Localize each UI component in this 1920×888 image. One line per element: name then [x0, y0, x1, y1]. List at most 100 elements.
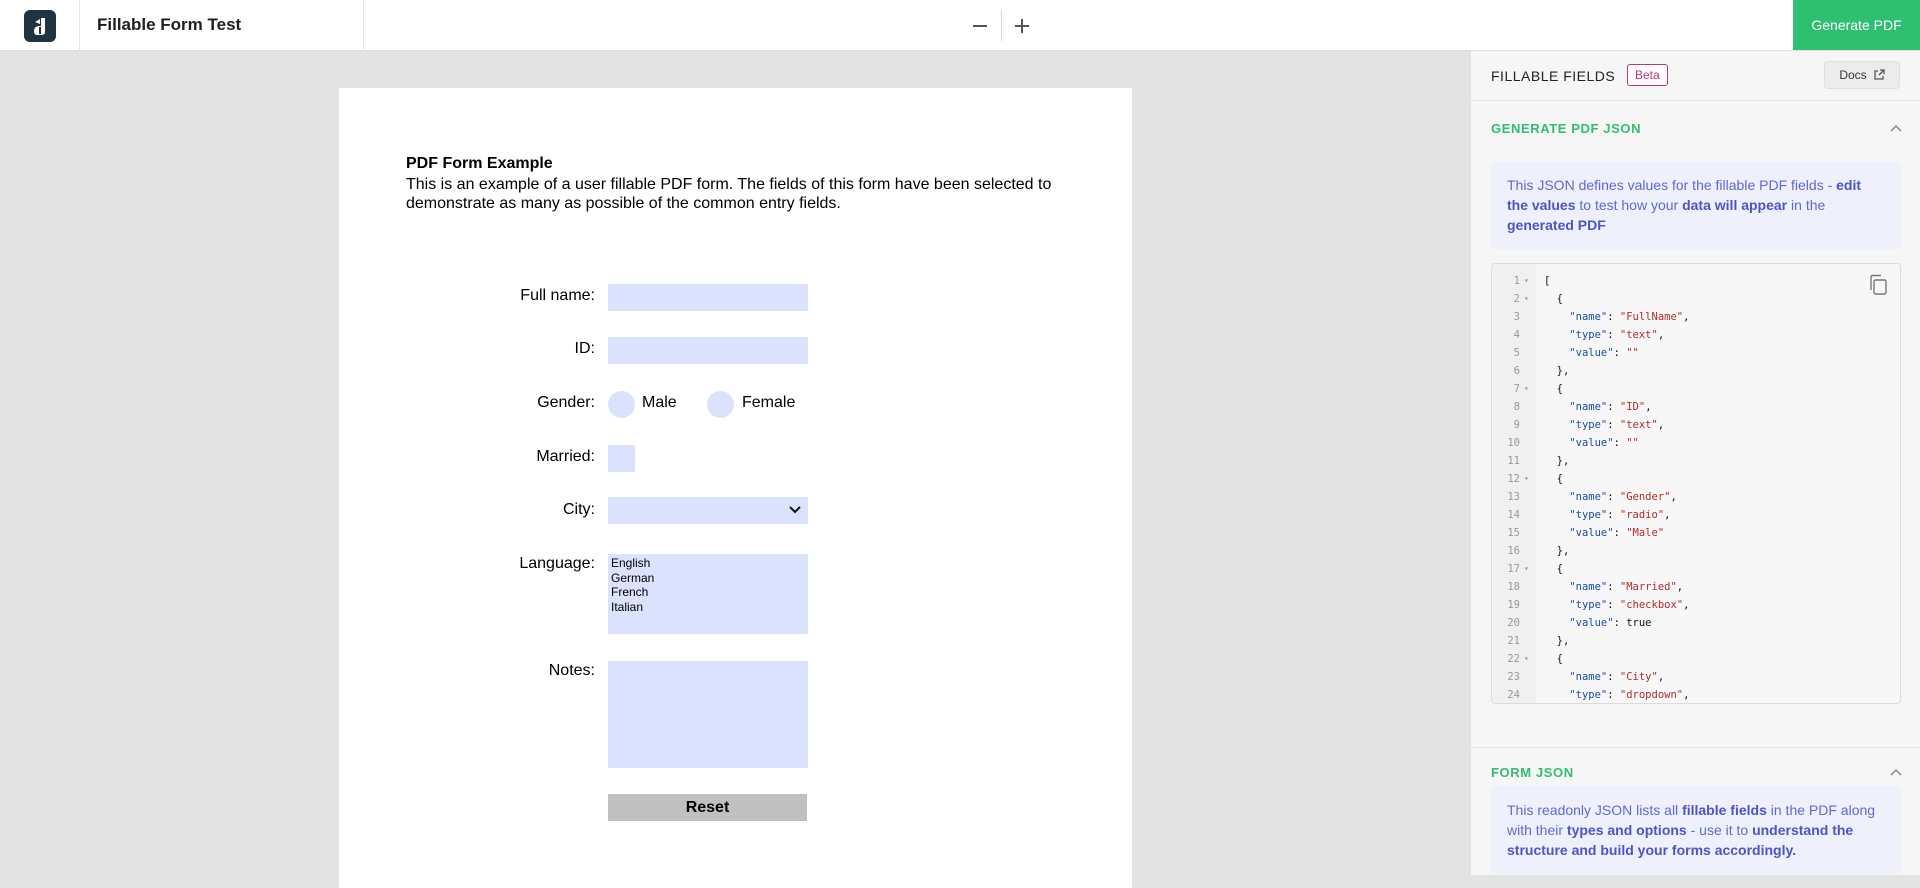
gender-male-radio[interactable] [608, 391, 635, 418]
json-key: "name" [1569, 401, 1608, 413]
notes-textarea[interactable] [608, 661, 808, 768]
json-key: "value" [1569, 347, 1614, 359]
json-key: "name" [1569, 311, 1608, 323]
code-text: { [1544, 383, 1563, 395]
generate-pdf-button[interactable]: Generate PDF [1793, 0, 1920, 50]
form-title: PDF Form Example [406, 155, 553, 172]
code-text: { [1544, 563, 1563, 575]
fold-arrow-icon[interactable]: ▾ [1524, 560, 1529, 578]
line-number: 3 [1513, 311, 1520, 323]
fold-arrow-icon[interactable]: ▾ [1524, 290, 1529, 308]
top-bar: Fillable Form Test Generate PDF [0, 0, 1920, 51]
pdf-page: PDF Form Example This is an example of a… [339, 88, 1132, 888]
fold-arrow-icon[interactable]: ▾ [1524, 272, 1529, 290]
id-input[interactable] [608, 337, 808, 364]
code-line: 5 "value": "" [1492, 344, 1900, 362]
code-text: "value": "" [1569, 347, 1639, 359]
json-key: "value" [1569, 617, 1614, 629]
json-value: "checkbox" [1619, 599, 1684, 611]
generate-json-info: This JSON defines values for the fillabl… [1491, 161, 1901, 249]
json-value: "" [1626, 437, 1639, 449]
app-title: Fillable Form Test [97, 15, 242, 34]
line-number: 17 [1507, 563, 1520, 575]
zoom-divider [1001, 9, 1002, 41]
city-label: City: [563, 501, 595, 518]
line-number: 8 [1513, 401, 1520, 413]
app-logo-icon[interactable] [24, 10, 56, 42]
language-option[interactable]: French [611, 585, 805, 600]
fold-arrow-icon[interactable]: ▾ [1524, 380, 1529, 398]
language-label: Language: [519, 555, 595, 572]
married-checkbox[interactable] [608, 445, 635, 472]
line-number: 20 [1507, 617, 1520, 629]
json-value: "text" [1619, 419, 1658, 431]
json-key: "type" [1569, 689, 1608, 701]
code-text: "name": "City", [1569, 671, 1665, 683]
code-line: 18 "name": "Married", [1492, 578, 1900, 596]
code-line: 17 ▾ { [1492, 560, 1900, 578]
code-text: { [1544, 293, 1563, 305]
code-line: 24 "type": "dropdown", [1492, 686, 1900, 703]
json-key: "type" [1569, 509, 1608, 521]
code-text: "value": true [1569, 617, 1652, 629]
title-cell: Fillable Form Test [80, 0, 364, 50]
full-name-label: Full name: [520, 287, 595, 304]
code-line: 8 "name": "ID", [1492, 398, 1900, 416]
language-listbox[interactable]: English German French Italian [608, 554, 808, 634]
json-code-editor[interactable]: 1 ▾[2 ▾ {3 "name": "FullName", 4 "type": "t… [1491, 263, 1901, 704]
json-key: "name" [1569, 671, 1608, 683]
json-value: "City" [1619, 671, 1658, 683]
notes-label: Notes: [548, 662, 595, 679]
docs-label: Docs [1839, 68, 1867, 82]
info-text: This JSON defines values for the fillabl… [1507, 177, 1837, 193]
full-name-input[interactable] [608, 284, 808, 311]
code-text: }, [1544, 545, 1570, 557]
code-text: "type": "radio", [1569, 509, 1671, 521]
language-option[interactable]: English [611, 556, 805, 571]
code-line: 15 "value": "Male" [1492, 524, 1900, 542]
reset-button[interactable]: Reset [608, 794, 807, 821]
code-text: "name": "FullName", [1569, 311, 1690, 323]
fillable-fields-panel: FILLABLE FIELDS Beta Docs GENERATE PDF J… [1470, 51, 1920, 875]
gender-female-radio[interactable] [707, 391, 734, 418]
json-value: "Gender" [1619, 491, 1671, 503]
section-title: GENERATE PDF JSON [1491, 121, 1642, 136]
gender-male-label: Male [642, 394, 677, 411]
json-key: "value" [1569, 527, 1614, 539]
chevron-up-icon [1890, 768, 1902, 776]
line-number: 1 [1513, 275, 1520, 287]
language-option[interactable]: Italian [611, 600, 805, 615]
code-text: "type": "text", [1569, 329, 1665, 341]
code-line: 23 "name": "City", [1492, 668, 1900, 686]
docs-button[interactable]: Docs [1824, 61, 1900, 89]
gender-label: Gender: [537, 394, 595, 411]
minus-icon [973, 25, 987, 27]
zoom-in-button[interactable] [1008, 12, 1036, 40]
json-key: "type" [1569, 419, 1608, 431]
chevron-down-icon [789, 506, 801, 514]
line-number: 19 [1507, 599, 1520, 611]
zoom-out-button[interactable] [966, 12, 994, 40]
code-text: { [1544, 473, 1563, 485]
code-line: 6 }, [1492, 362, 1900, 380]
line-number: 13 [1507, 491, 1520, 503]
form-json-info: This readonly JSON lists all fillable fi… [1491, 786, 1901, 874]
code-line: 4 "type": "text", [1492, 326, 1900, 344]
panel-title: FILLABLE FIELDS [1491, 68, 1616, 84]
code-text: "type": "text", [1569, 419, 1665, 431]
json-value: true [1626, 617, 1652, 629]
fold-arrow-icon[interactable]: ▾ [1524, 650, 1529, 668]
info-text: - use it to [1686, 822, 1753, 838]
line-number: 6 [1513, 365, 1520, 377]
pdf-canvas: PDF Form Example This is an example of a… [0, 51, 1470, 888]
code-text: }, [1544, 635, 1570, 647]
json-key: "type" [1569, 329, 1608, 341]
fold-arrow-icon[interactable]: ▾ [1524, 470, 1529, 488]
generate-pdf-json-section-header[interactable]: GENERATE PDF JSON [1471, 104, 1920, 154]
form-description: This is an example of a user fillable PD… [406, 176, 1052, 212]
line-number: 22 [1507, 653, 1520, 665]
language-option[interactable]: German [611, 571, 805, 586]
code-line: 16 }, [1492, 542, 1900, 560]
code-text: "name": "Gender", [1569, 491, 1677, 503]
city-select[interactable] [608, 497, 808, 524]
